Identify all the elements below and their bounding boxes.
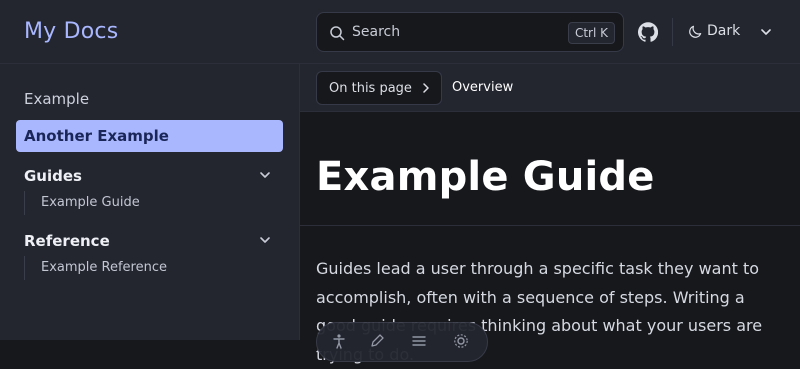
accessibility-icon[interactable] — [331, 333, 347, 349]
page-title: Example Guide — [316, 154, 655, 200]
settings-icon[interactable] — [453, 333, 469, 349]
sidebar-tree-line — [24, 256, 25, 280]
sidebar-item-label: Another Example — [24, 127, 169, 145]
chevron-down-icon — [761, 29, 771, 35]
moon-icon — [689, 25, 702, 38]
search-icon — [330, 26, 345, 41]
toc-button-label: On this page — [329, 81, 412, 96]
site-header: My Docs Search Ctrl K Dark — [0, 0, 800, 64]
sidebar-tree-line — [24, 191, 25, 215]
toc-current-section: Overview — [452, 80, 514, 95]
theme-label: Dark — [707, 23, 741, 39]
search-placeholder: Search — [352, 24, 401, 40]
sidebar-item-example-guide[interactable]: Example Guide — [41, 195, 140, 210]
chevron-down-icon[interactable] — [259, 169, 271, 181]
edit-icon[interactable] — [369, 333, 385, 349]
title-divider — [300, 225, 800, 226]
sidebar-item-another-example[interactable]: Another Example — [16, 120, 283, 152]
main-content: Example Guide Guides lead a user through… — [300, 112, 800, 364]
github-icon[interactable] — [638, 22, 658, 42]
sidebar-group-reference[interactable]: Reference — [24, 232, 110, 250]
sidebar: Example Another Example Guides Example G… — [0, 64, 300, 340]
header-divider — [672, 18, 673, 46]
search-button[interactable]: Search Ctrl K — [316, 12, 624, 52]
chevron-right-icon — [423, 83, 429, 93]
site-title[interactable]: My Docs — [24, 19, 118, 44]
sidebar-item-example-reference[interactable]: Example Reference — [41, 260, 167, 275]
theme-select[interactable]: Dark — [688, 22, 784, 42]
chevron-down-icon[interactable] — [259, 234, 271, 246]
menu-icon[interactable] — [411, 333, 427, 349]
floating-toolbar — [316, 322, 488, 362]
toc-bar: On this page Overview — [300, 64, 800, 112]
sidebar-group-guides[interactable]: Guides — [24, 167, 82, 185]
search-shortcut-badge: Ctrl K — [567, 22, 615, 44]
on-this-page-button[interactable]: On this page — [316, 71, 442, 105]
sidebar-item-example[interactable]: Example — [24, 90, 89, 108]
